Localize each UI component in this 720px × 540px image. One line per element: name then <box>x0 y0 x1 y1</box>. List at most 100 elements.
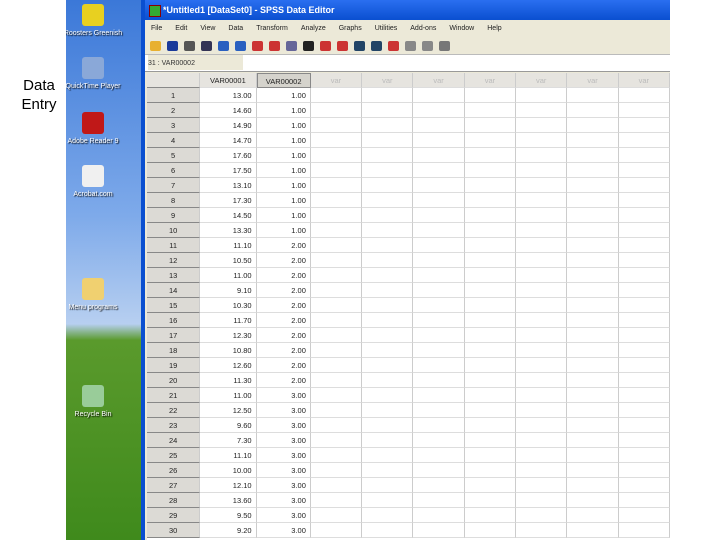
cell-var00002[interactable]: 2.00 <box>256 328 311 343</box>
empty-cell[interactable] <box>618 193 670 208</box>
empty-cell[interactable] <box>567 418 619 433</box>
row-number[interactable]: 13 <box>147 268 201 283</box>
cell-var00001[interactable]: 10.30 <box>200 298 257 313</box>
row-number[interactable]: 9 <box>147 208 201 223</box>
empty-cell[interactable] <box>362 88 414 103</box>
empty-cell[interactable] <box>567 253 619 268</box>
empty-cell[interactable] <box>413 148 465 163</box>
empty-cell[interactable] <box>567 358 619 373</box>
empty-cell[interactable] <box>310 373 363 388</box>
empty-cell[interactable] <box>516 373 568 388</box>
menu-transform[interactable]: Transform <box>256 20 288 37</box>
empty-cell[interactable] <box>464 463 517 478</box>
empty-cell[interactable] <box>413 133 465 148</box>
empty-cell[interactable] <box>413 268 465 283</box>
empty-cell[interactable] <box>413 328 465 343</box>
row-number[interactable]: 30 <box>147 523 201 538</box>
empty-cell[interactable] <box>413 388 465 403</box>
empty-cell[interactable] <box>413 358 465 373</box>
desktop-icon[interactable]: Roosters Greenish <box>66 4 123 38</box>
toolbar-button-icon[interactable] <box>218 40 229 51</box>
cell-var00001[interactable]: 9.50 <box>200 508 257 523</box>
empty-cell[interactable] <box>413 403 465 418</box>
empty-cell[interactable] <box>618 118 670 133</box>
toolbar-button-icon[interactable] <box>320 40 331 51</box>
empty-cell[interactable] <box>618 403 670 418</box>
empty-cell[interactable] <box>618 358 670 373</box>
cell-var00001[interactable]: 13.10 <box>200 178 257 193</box>
empty-cell[interactable] <box>310 493 363 508</box>
empty-cell[interactable] <box>413 493 465 508</box>
empty-cell[interactable] <box>413 478 465 493</box>
row-number[interactable]: 5 <box>147 148 201 163</box>
empty-cell[interactable] <box>413 178 465 193</box>
menu-help[interactable]: Help <box>487 20 501 37</box>
empty-cell[interactable] <box>362 448 414 463</box>
cell-var00001[interactable]: 13.60 <box>200 493 257 508</box>
empty-cell[interactable] <box>413 223 465 238</box>
column-header-var[interactable]: var <box>516 73 568 88</box>
cell-var00001[interactable]: 13.00 <box>200 88 257 103</box>
empty-cell[interactable] <box>516 133 568 148</box>
empty-cell[interactable] <box>567 118 619 133</box>
menu-edit[interactable]: Edit <box>175 20 187 37</box>
empty-cell[interactable] <box>310 388 363 403</box>
cell-var00002[interactable]: 2.00 <box>256 313 311 328</box>
desktop-icon[interactable]: Menu programs <box>66 278 123 312</box>
toolbar-button-icon[interactable] <box>167 40 178 51</box>
cell-var00001[interactable]: 12.60 <box>200 358 257 373</box>
empty-cell[interactable] <box>362 358 414 373</box>
cell-var00001[interactable]: 10.80 <box>200 343 257 358</box>
empty-cell[interactable] <box>310 223 363 238</box>
empty-cell[interactable] <box>618 238 670 253</box>
toolbar-button-icon[interactable] <box>439 40 450 51</box>
empty-cell[interactable] <box>464 478 517 493</box>
cell-var00001[interactable]: 17.60 <box>200 148 257 163</box>
empty-cell[interactable] <box>464 508 517 523</box>
cell-var00002[interactable]: 2.00 <box>256 238 311 253</box>
empty-cell[interactable] <box>413 418 465 433</box>
empty-cell[interactable] <box>362 313 414 328</box>
cell-var00002[interactable]: 2.00 <box>256 358 311 373</box>
empty-cell[interactable] <box>567 403 619 418</box>
row-number[interactable]: 10 <box>147 223 201 238</box>
empty-cell[interactable] <box>413 433 465 448</box>
column-header-var[interactable]: var <box>567 73 619 88</box>
column-header-var[interactable]: var <box>362 73 414 88</box>
cell-var00001[interactable]: 11.00 <box>200 268 257 283</box>
empty-cell[interactable] <box>618 478 670 493</box>
cell-var00002[interactable]: 1.00 <box>256 208 311 223</box>
empty-cell[interactable] <box>362 328 414 343</box>
cell-var00001[interactable]: 14.50 <box>200 208 257 223</box>
empty-cell[interactable] <box>516 313 568 328</box>
cell-var00002[interactable]: 1.00 <box>256 223 311 238</box>
cell-var00002[interactable]: 2.00 <box>256 253 311 268</box>
column-header-var[interactable]: var <box>464 73 517 88</box>
row-number[interactable]: 7 <box>147 178 201 193</box>
cell-var00001[interactable]: 12.50 <box>200 403 257 418</box>
empty-cell[interactable] <box>464 283 517 298</box>
toolbar-button-icon[interactable] <box>286 40 297 51</box>
row-number[interactable]: 6 <box>147 163 201 178</box>
empty-cell[interactable] <box>567 148 619 163</box>
empty-cell[interactable] <box>567 88 619 103</box>
empty-cell[interactable] <box>310 283 363 298</box>
column-header-var00001[interactable]: VAR00001 <box>200 73 257 88</box>
data-grid[interactable]: VAR00001 VAR00002 var var var var var var var 1 13… <box>147 73 670 540</box>
empty-cell[interactable] <box>464 358 517 373</box>
empty-cell[interactable] <box>310 118 363 133</box>
empty-cell[interactable] <box>618 493 670 508</box>
cell-var00001[interactable]: 13.30 <box>200 223 257 238</box>
empty-cell[interactable] <box>516 223 568 238</box>
empty-cell[interactable] <box>362 478 414 493</box>
empty-cell[interactable] <box>567 238 619 253</box>
cell-var00002[interactable]: 1.00 <box>256 103 311 118</box>
empty-cell[interactable] <box>310 268 363 283</box>
cell-var00001[interactable]: 9.20 <box>200 523 257 538</box>
empty-cell[interactable] <box>413 343 465 358</box>
cell-var00002[interactable]: 3.00 <box>256 403 311 418</box>
empty-cell[interactable] <box>464 133 517 148</box>
empty-cell[interactable] <box>464 178 517 193</box>
cell-var00001[interactable]: 14.90 <box>200 118 257 133</box>
cell-var00002[interactable]: 2.00 <box>256 283 311 298</box>
